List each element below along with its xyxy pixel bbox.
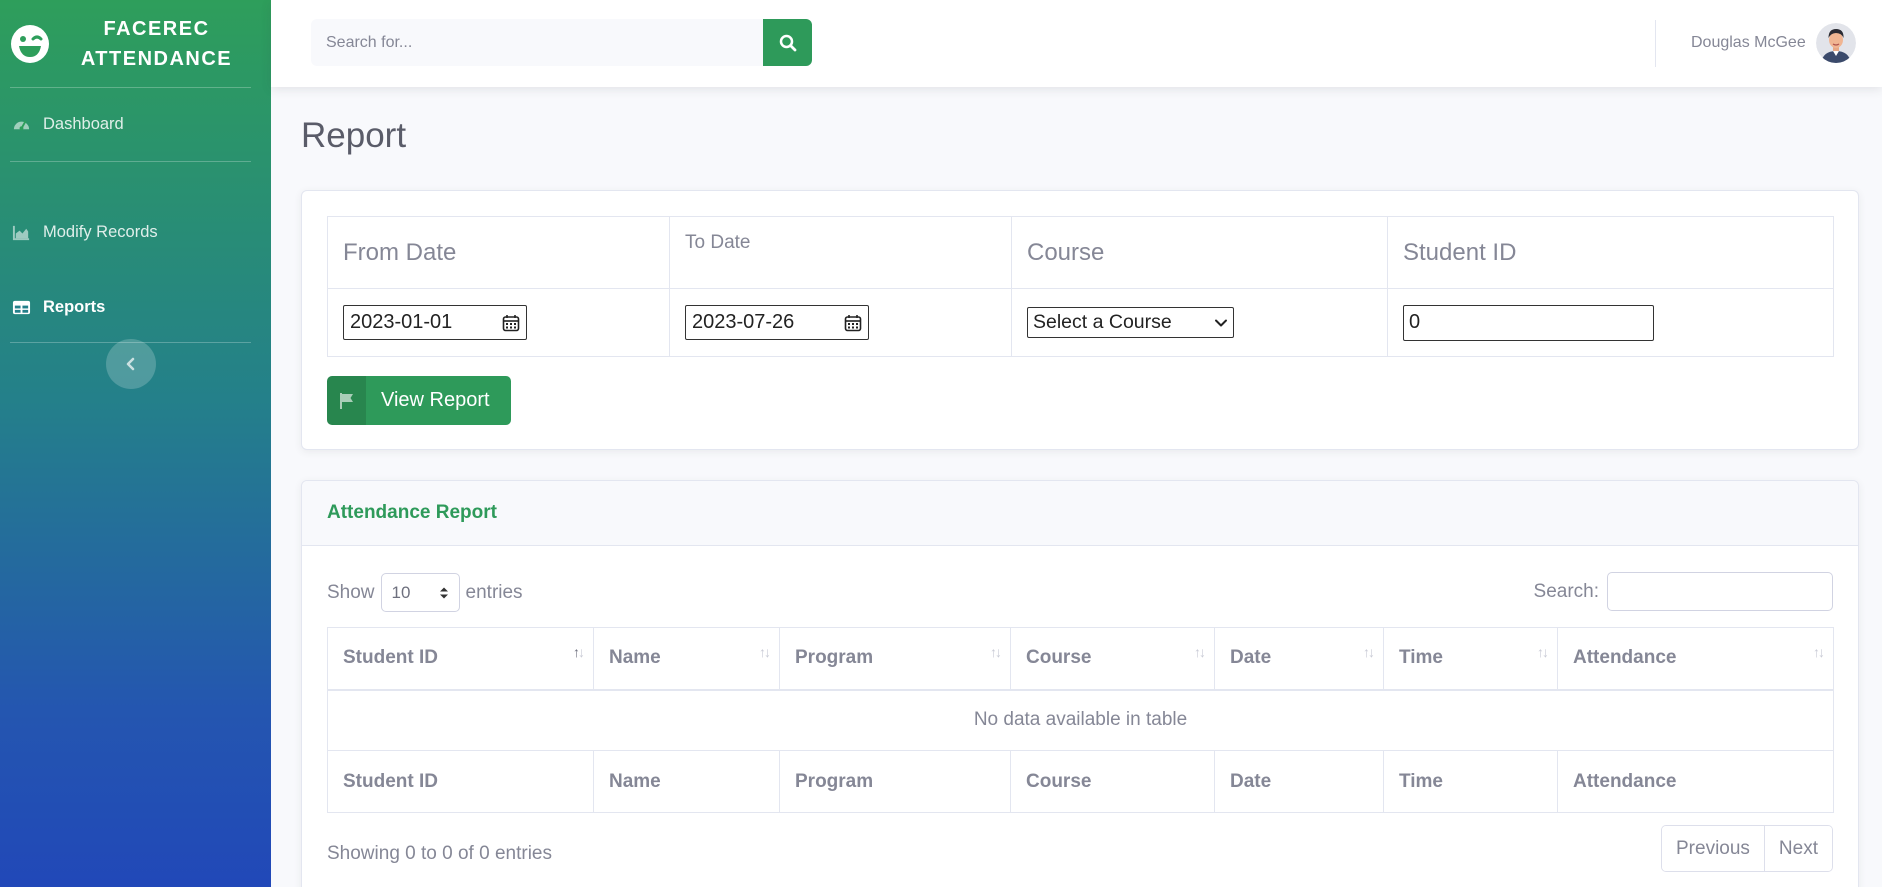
sort-icon: ↑↓ xyxy=(1537,644,1549,660)
view-report-label: View Report xyxy=(381,389,490,411)
sort-updown-icon xyxy=(439,587,448,598)
view-report-button[interactable]: View Report xyxy=(327,376,511,425)
sidebar-item-modify-records[interactable]: Modify Records xyxy=(0,162,271,272)
course-select[interactable]: Select a Course xyxy=(1027,307,1234,338)
attendance-table: Student ID ↑↓ Name ↑↓ Program ↑↓ Course … xyxy=(327,627,1834,813)
from-date-header: From Date xyxy=(327,216,670,289)
previous-page-button[interactable]: Previous xyxy=(1662,826,1764,871)
report-filter-card: From Date To Date Course Student ID 2023… xyxy=(301,190,1859,450)
sort-icon: ↑↓ xyxy=(1813,644,1825,660)
course-header: Course xyxy=(1011,216,1388,289)
flag-icon xyxy=(339,392,353,409)
table-info: Showing 0 to 0 of 0 entries xyxy=(327,843,552,864)
column-footer-student-id: Student ID xyxy=(327,750,594,813)
column-footer-course: Course xyxy=(1010,750,1215,813)
brand[interactable]: FACEREC ATTENDANCE xyxy=(0,0,271,87)
page-title: Report xyxy=(301,116,407,155)
pagination: Previous Next xyxy=(1661,825,1833,872)
entries-select[interactable]: 10 xyxy=(380,573,460,612)
topbar-divider xyxy=(1655,20,1656,67)
entries-length-control: Show 10 entries xyxy=(327,573,523,612)
empty-table-message: No data available in table xyxy=(327,689,1834,751)
to-date-input[interactable]: 2023-07-26 xyxy=(685,305,869,340)
to-date-header: To Date xyxy=(669,216,1012,289)
card-title: Attendance Report xyxy=(302,481,1858,546)
table-search: Search: xyxy=(1534,572,1833,611)
column-footer-program: Program xyxy=(779,750,1011,813)
search-icon xyxy=(779,34,796,51)
from-date-input[interactable]: 2023-01-01 xyxy=(343,305,527,340)
sort-icon: ↑↓ xyxy=(990,644,1002,660)
topbar: Douglas McGee xyxy=(271,0,1882,87)
topbar-search xyxy=(311,19,812,66)
filter-table: From Date To Date Course Student ID 2023… xyxy=(327,216,1834,357)
gauge-icon xyxy=(13,120,30,131)
next-page-button[interactable]: Next xyxy=(1763,826,1832,871)
column-header-time[interactable]: Time ↑↓ xyxy=(1383,627,1558,691)
column-header-name[interactable]: Name ↑↓ xyxy=(593,627,780,691)
calendar-icon[interactable] xyxy=(502,314,520,332)
brand-name: FACEREC ATTENDANCE xyxy=(80,17,233,70)
column-header-student-id[interactable]: Student ID ↑↓ xyxy=(327,627,594,691)
column-header-attendance[interactable]: Attendance ↑↓ xyxy=(1557,627,1834,691)
entries-select-value: 10 xyxy=(391,582,411,602)
sidebar-item-label: Modify Records xyxy=(43,222,158,241)
user-menu[interactable]: Douglas McGee xyxy=(1691,23,1856,63)
area-chart-icon xyxy=(12,225,30,240)
sidebar: FACEREC ATTENDANCE Dashboard Modify Reco… xyxy=(0,0,271,887)
sidebar-item-dashboard[interactable]: Dashboard xyxy=(0,88,271,161)
column-footer-date: Date xyxy=(1214,750,1384,813)
sort-icon: ↑↓ xyxy=(759,644,771,660)
from-date-value: 2023-01-01 xyxy=(350,311,453,333)
show-label: Show xyxy=(327,581,375,603)
calendar-icon[interactable] xyxy=(844,314,862,332)
avatar xyxy=(1815,23,1856,63)
sidebar-item-label: Dashboard xyxy=(43,115,124,133)
laugh-wink-icon xyxy=(11,24,49,63)
student-id-header: Student ID xyxy=(1387,216,1834,289)
student-id-value: 0 xyxy=(1409,311,1421,333)
column-footer-name: Name xyxy=(593,750,780,813)
search-button[interactable] xyxy=(763,19,812,66)
attendance-report-card: Attendance Report Show 10 entries Search… xyxy=(301,480,1859,887)
sort-icon: ↑↓ xyxy=(1194,644,1206,660)
sort-icon: ↑↓ xyxy=(1363,644,1375,660)
column-footer-attendance: Attendance xyxy=(1557,750,1834,813)
sidebar-item-reports[interactable]: Reports xyxy=(0,272,271,342)
column-header-program[interactable]: Program ↑↓ xyxy=(779,627,1011,691)
chevron-down-icon xyxy=(1215,319,1227,326)
table-icon xyxy=(12,300,31,314)
sidebar-item-label: Reports xyxy=(43,297,106,316)
column-footer-time: Time xyxy=(1383,750,1558,813)
search-input[interactable] xyxy=(311,19,763,66)
course-selected-value: Select a Course xyxy=(1033,311,1172,333)
entries-label: entries xyxy=(465,581,523,603)
column-header-course[interactable]: Course ↑↓ xyxy=(1010,627,1215,691)
column-header-date[interactable]: Date ↑↓ xyxy=(1214,627,1384,691)
student-id-input[interactable]: 0 xyxy=(1403,304,1654,341)
sort-icon: ↑↓ xyxy=(573,644,585,660)
to-date-value: 2023-07-26 xyxy=(692,311,795,333)
user-name: Douglas McGee xyxy=(1691,34,1806,51)
table-search-label: Search: xyxy=(1533,580,1599,602)
sidebar-toggle-button[interactable] xyxy=(106,339,156,389)
table-search-input[interactable] xyxy=(1607,572,1833,611)
chevron-left-icon xyxy=(126,357,135,371)
